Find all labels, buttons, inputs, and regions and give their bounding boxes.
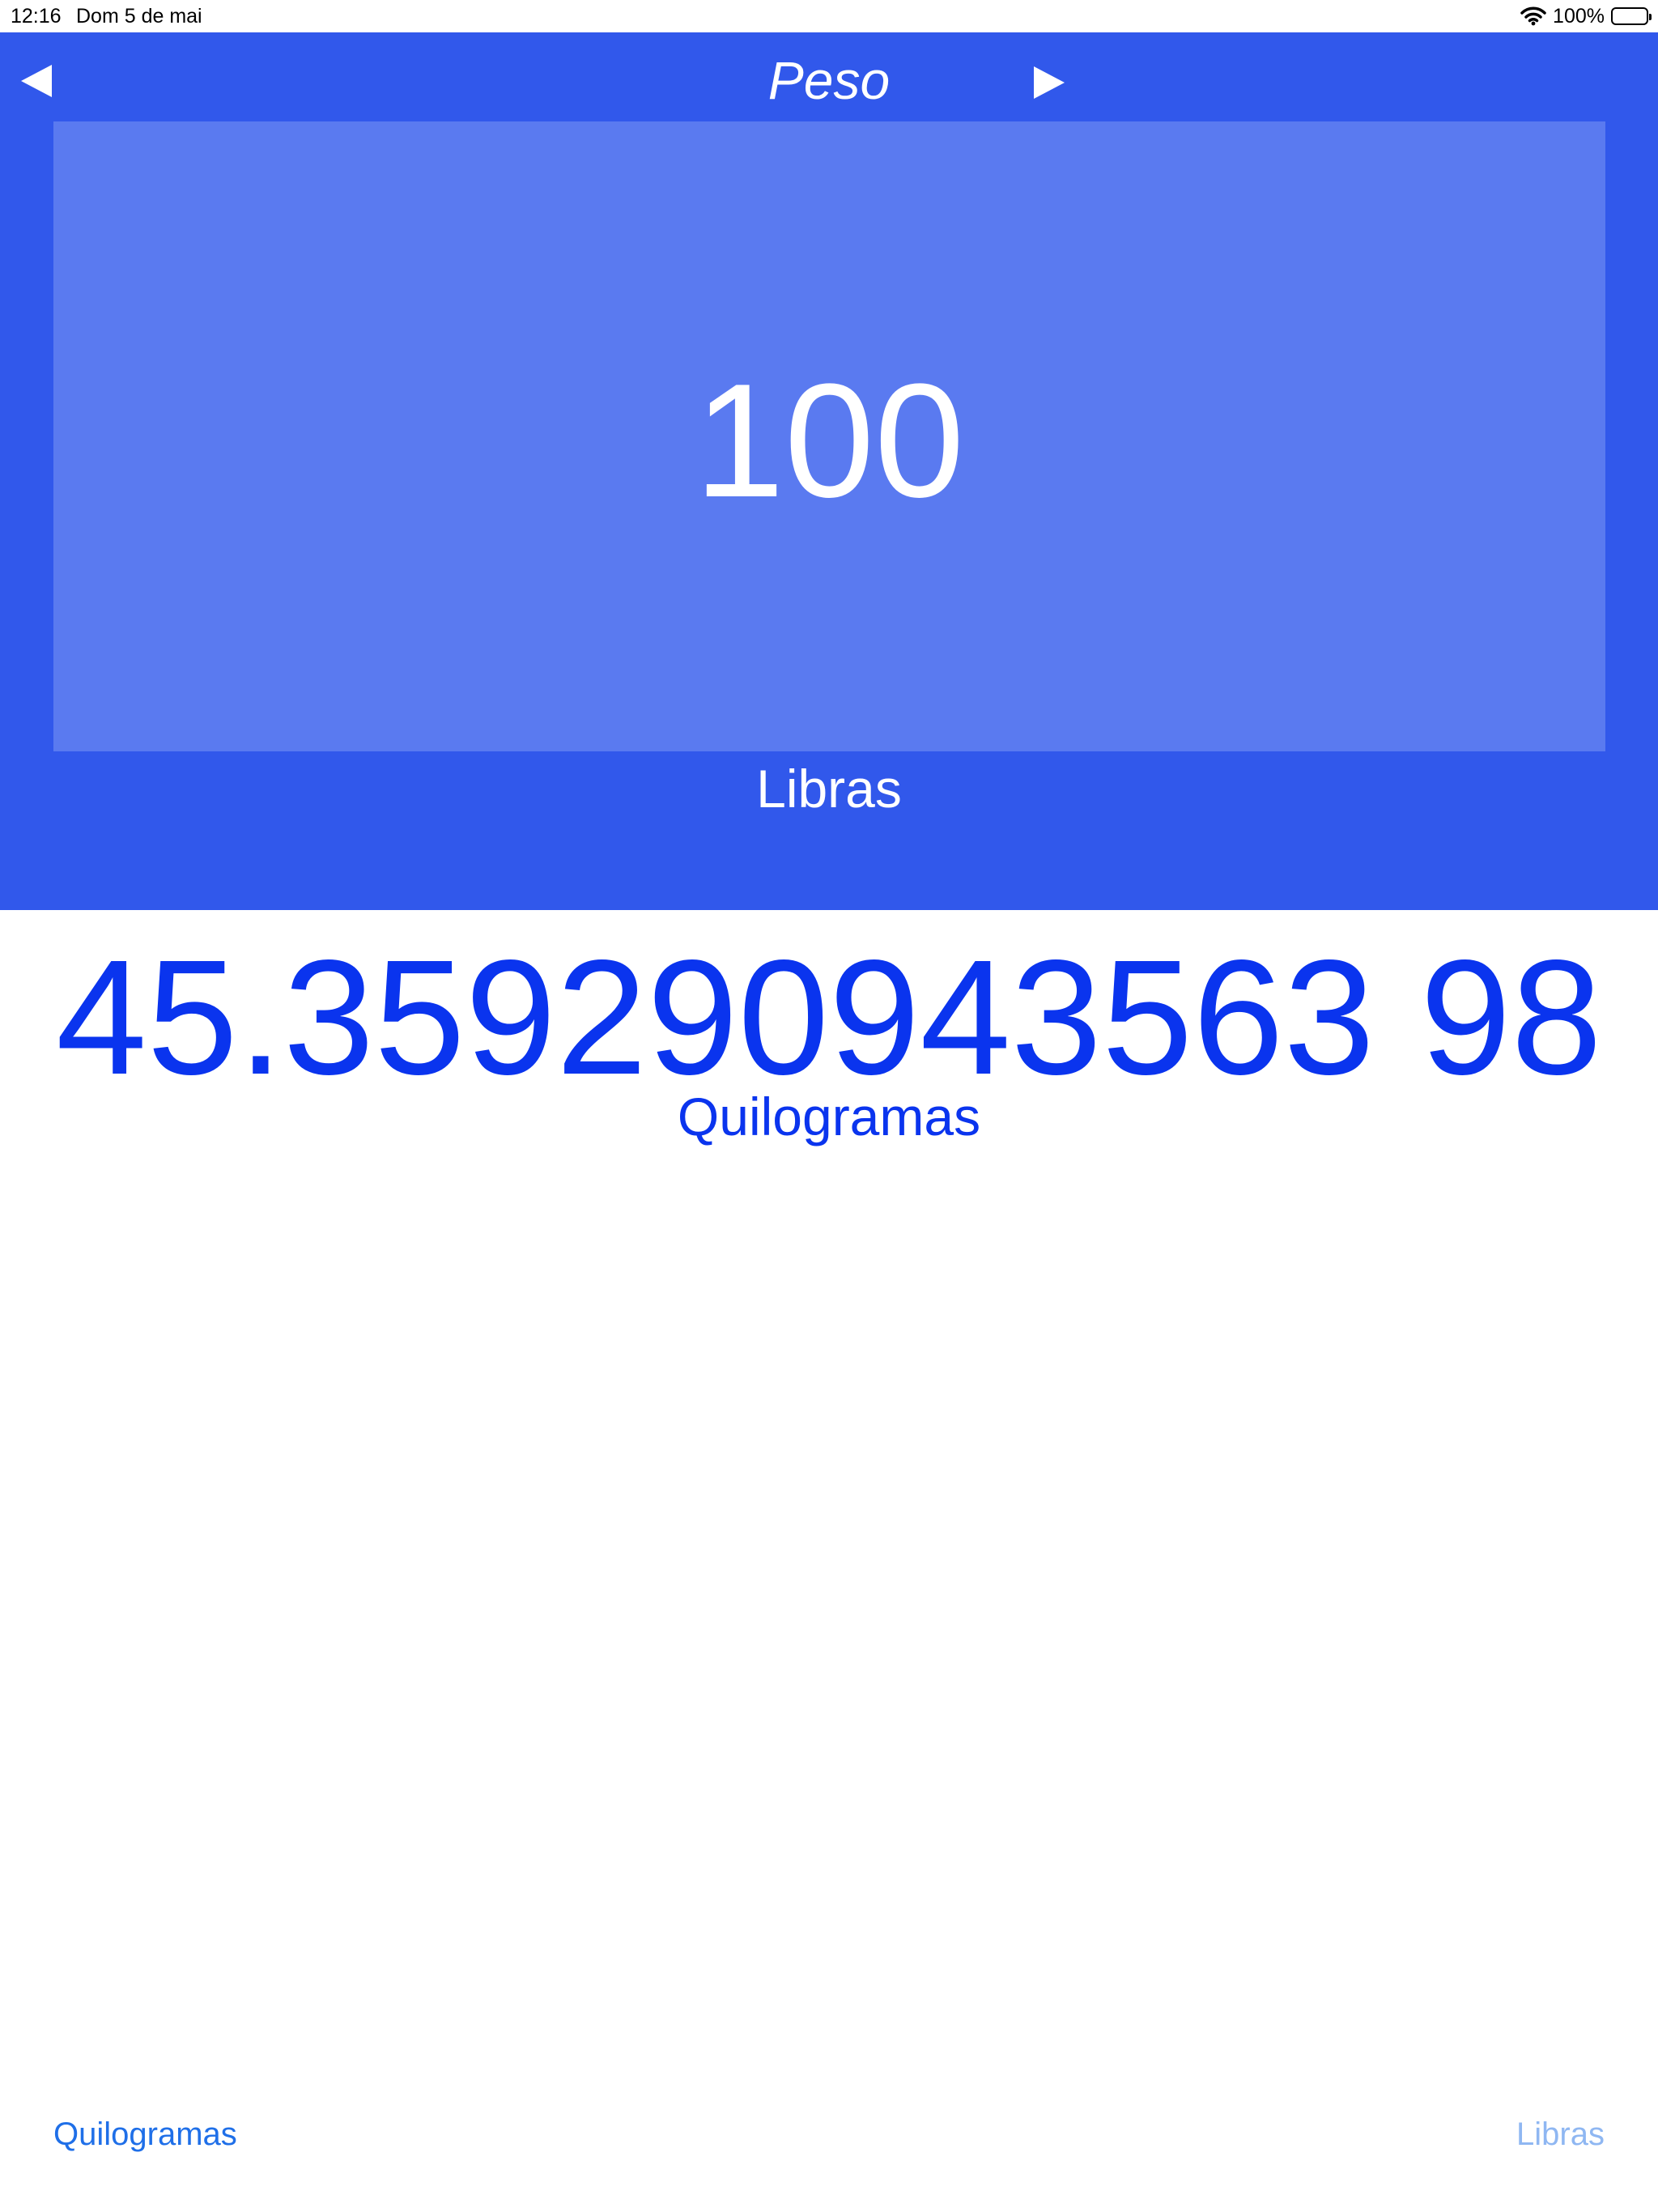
status-indicators: 100% xyxy=(1520,3,1652,29)
to-unit-label[interactable]: Quilogramas xyxy=(0,1085,1658,1149)
next-category-button[interactable] xyxy=(1027,57,1072,108)
unit-option-libras[interactable]: Libras xyxy=(1516,2116,1605,2153)
status-bar: 12:16 Dom 5 de mai 100% xyxy=(0,0,1658,32)
from-unit-label[interactable]: Libras xyxy=(0,751,1658,826)
unit-option-quilogramas[interactable]: Quilogramas xyxy=(53,2116,237,2153)
battery-percentage: 100% xyxy=(1553,4,1605,28)
wifi-icon xyxy=(1520,6,1546,26)
category-title: Peso xyxy=(767,50,891,110)
converter-panel: Peso 100 Libras xyxy=(0,32,1658,910)
status-date: Dom 5 de mai xyxy=(76,5,202,28)
result-value: 45.359290943563 98 xyxy=(56,925,1602,1108)
value-input-field[interactable]: 100 xyxy=(53,121,1605,751)
battery-icon xyxy=(1611,7,1652,25)
triangle-right-icon xyxy=(1034,66,1065,99)
status-time: 12:16 xyxy=(11,5,62,28)
input-value: 100 xyxy=(694,351,965,531)
